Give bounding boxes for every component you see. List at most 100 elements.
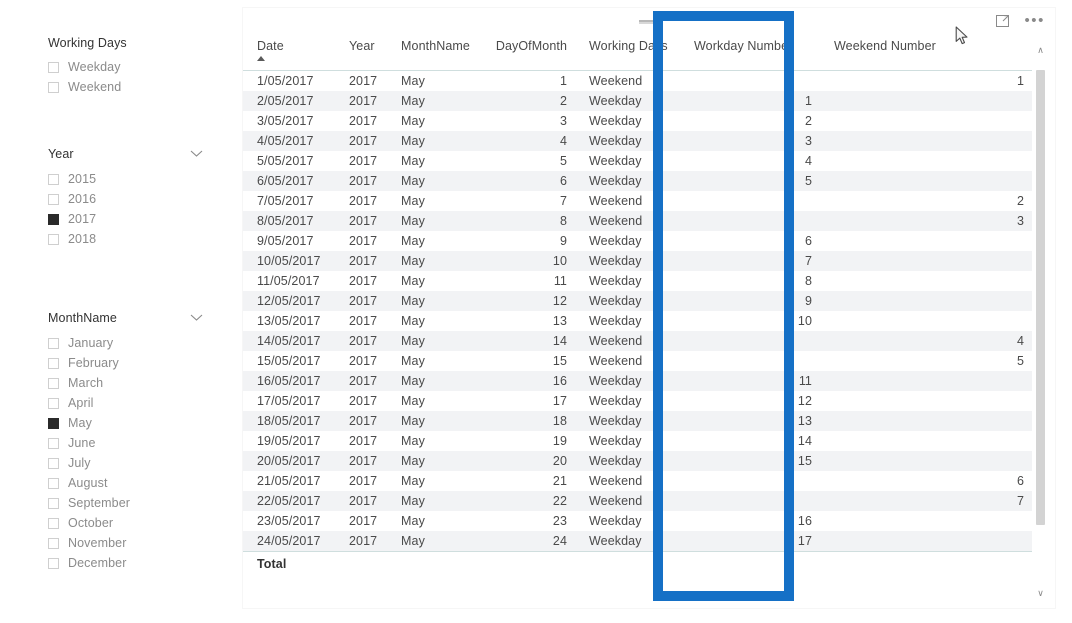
slicer-option-label: May: [68, 416, 92, 430]
checkbox-icon[interactable]: [48, 477, 59, 489]
slicer-option-label: November: [68, 536, 127, 550]
table-row[interactable]: 7/05/2017 2017 May 7 Weekend 2: [243, 191, 1032, 211]
cell-month: May: [387, 351, 487, 371]
table-row[interactable]: 4/05/2017 2017 May 4 Weekday 3: [243, 131, 1032, 151]
checkbox-icon[interactable]: [48, 437, 59, 449]
table-row[interactable]: 2/05/2017 2017 May 2 Weekday 1: [243, 91, 1032, 111]
table-row[interactable]: 15/05/2017 2017 May 15 Weekend 5: [243, 351, 1032, 371]
table-row[interactable]: 21/05/2017 2017 May 21 Weekend 6: [243, 471, 1032, 491]
slicer-option-august[interactable]: August: [48, 473, 203, 493]
slicer-option-february[interactable]: February: [48, 353, 203, 373]
cell-weekend_number: 1: [820, 70, 1032, 91]
table-row[interactable]: 12/05/2017 2017 May 12 Weekday 9: [243, 291, 1032, 311]
column-header-workday-number[interactable]: Workday Number: [680, 36, 820, 71]
cell-date: 20/05/2017: [243, 451, 335, 471]
slicer-option-april[interactable]: April: [48, 393, 203, 413]
scrollbar-thumb[interactable]: [1036, 70, 1045, 525]
checkbox-icon[interactable]: [48, 397, 59, 409]
checkbox-icon[interactable]: [48, 357, 59, 369]
table-row[interactable]: 17/05/2017 2017 May 17 Weekday 12: [243, 391, 1032, 411]
slicer-option-2015[interactable]: 2015: [48, 169, 203, 189]
table-row[interactable]: 9/05/2017 2017 May 9 Weekday 6: [243, 231, 1032, 251]
checkbox-icon[interactable]: [48, 337, 59, 349]
cell-weekend_number: [820, 251, 1032, 271]
checkbox-checked-icon[interactable]: [48, 213, 59, 225]
slicer-title: Working Days: [48, 36, 127, 50]
table-row[interactable]: 8/05/2017 2017 May 8 Weekend 3: [243, 211, 1032, 231]
more-options-ellipsis-icon[interactable]: •••: [1024, 13, 1045, 28]
checkbox-icon[interactable]: [48, 497, 59, 509]
slicer-option-may[interactable]: May: [48, 413, 203, 433]
table-row[interactable]: 20/05/2017 2017 May 20 Weekday 15: [243, 451, 1032, 471]
checkbox-icon[interactable]: [48, 233, 59, 245]
table-row[interactable]: 13/05/2017 2017 May 13 Weekday 10: [243, 311, 1032, 331]
checkbox-icon[interactable]: [48, 537, 59, 549]
slicer-option-november[interactable]: November: [48, 533, 203, 553]
table-row[interactable]: 3/05/2017 2017 May 3 Weekday 2: [243, 111, 1032, 131]
chevron-down-icon[interactable]: [190, 146, 203, 162]
table-row[interactable]: 18/05/2017 2017 May 18 Weekday 13: [243, 411, 1032, 431]
table-row[interactable]: 6/05/2017 2017 May 6 Weekday 5: [243, 171, 1032, 191]
column-header-monthname[interactable]: MonthName: [387, 36, 487, 71]
chevron-down-icon[interactable]: ∨: [1034, 587, 1047, 600]
slicer-option-july[interactable]: July: [48, 453, 203, 473]
slicer-option-december[interactable]: December: [48, 553, 203, 573]
cell-weekend_number: [820, 451, 1032, 471]
vertical-scrollbar[interactable]: ∧ ∨: [1034, 44, 1047, 600]
column-header-year[interactable]: Year: [335, 36, 387, 71]
column-header-working-days[interactable]: Working Days: [575, 36, 680, 71]
cell-workday_number: 13: [680, 411, 820, 431]
slicer-option-2018[interactable]: 2018: [48, 229, 203, 249]
slicer-working-days: Working Days Weekday Weekend: [48, 36, 203, 97]
table-row[interactable]: 11/05/2017 2017 May 11 Weekday 8: [243, 271, 1032, 291]
checkbox-icon[interactable]: [48, 517, 59, 529]
checkbox-icon[interactable]: [48, 81, 59, 93]
focus-mode-icon[interactable]: [995, 13, 1011, 29]
checkbox-icon[interactable]: [48, 193, 59, 205]
table-row[interactable]: 22/05/2017 2017 May 22 Weekend 7: [243, 491, 1032, 511]
table-row[interactable]: 5/05/2017 2017 May 5 Weekday 4: [243, 151, 1032, 171]
table-row[interactable]: 10/05/2017 2017 May 10 Weekday 7: [243, 251, 1032, 271]
checkbox-icon[interactable]: [48, 173, 59, 185]
slicer-option-october[interactable]: October: [48, 513, 203, 533]
table-row[interactable]: 16/05/2017 2017 May 16 Weekday 11: [243, 371, 1032, 391]
cell-workday_number: 9: [680, 291, 820, 311]
cell-weekend_number: 7: [820, 491, 1032, 511]
checkbox-icon[interactable]: [48, 61, 59, 73]
chevron-up-icon[interactable]: ∧: [1034, 44, 1047, 57]
drag-handle-icon[interactable]: [639, 20, 657, 24]
slicer-option-june[interactable]: June: [48, 433, 203, 453]
checkbox-checked-icon[interactable]: [48, 417, 59, 429]
table-row[interactable]: 19/05/2017 2017 May 19 Weekday 14: [243, 431, 1032, 451]
checkbox-icon[interactable]: [48, 557, 59, 569]
column-header-dayofmonth[interactable]: DayOfMonth: [487, 36, 575, 71]
slicer-option-2017[interactable]: 2017: [48, 209, 203, 229]
cell-weekend_number: 5: [820, 351, 1032, 371]
column-header-weekend-number[interactable]: Weekend Number: [820, 36, 1032, 71]
table-row[interactable]: 23/05/2017 2017 May 23 Weekday 16: [243, 511, 1032, 531]
table-row[interactable]: 14/05/2017 2017 May 14 Weekend 4: [243, 331, 1032, 351]
chevron-down-icon[interactable]: [190, 310, 203, 326]
total-year: [335, 551, 387, 576]
cell-month: May: [387, 471, 487, 491]
column-header-date[interactable]: Date: [243, 36, 335, 71]
slicer-option-2016[interactable]: 2016: [48, 189, 203, 209]
slicer-option-weekday[interactable]: Weekday: [48, 57, 203, 77]
slicer-option-weekend[interactable]: Weekend: [48, 77, 203, 97]
cell-weekend_number: [820, 111, 1032, 131]
slicer-option-january[interactable]: January: [48, 333, 203, 353]
cell-year: 2017: [335, 391, 387, 411]
slicer-option-september[interactable]: September: [48, 493, 203, 513]
slicer-option-label: January: [68, 336, 114, 350]
checkbox-icon[interactable]: [48, 377, 59, 389]
table-row[interactable]: 24/05/2017 2017 May 24 Weekday 17: [243, 531, 1032, 552]
visual-actions: •••: [995, 13, 1045, 29]
cell-working_days: Weekend: [575, 351, 680, 371]
table-scroll-region: Date Year MonthName DayOfMonth Working D…: [243, 36, 1032, 608]
cell-year: 2017: [335, 291, 387, 311]
slicer-monthname: MonthName January February March April May Ju…: [48, 310, 203, 573]
table-row[interactable]: 1/05/2017 2017 May 1 Weekend 1: [243, 70, 1032, 91]
checkbox-icon[interactable]: [48, 457, 59, 469]
cell-weekend_number: [820, 271, 1032, 291]
slicer-option-march[interactable]: March: [48, 373, 203, 393]
